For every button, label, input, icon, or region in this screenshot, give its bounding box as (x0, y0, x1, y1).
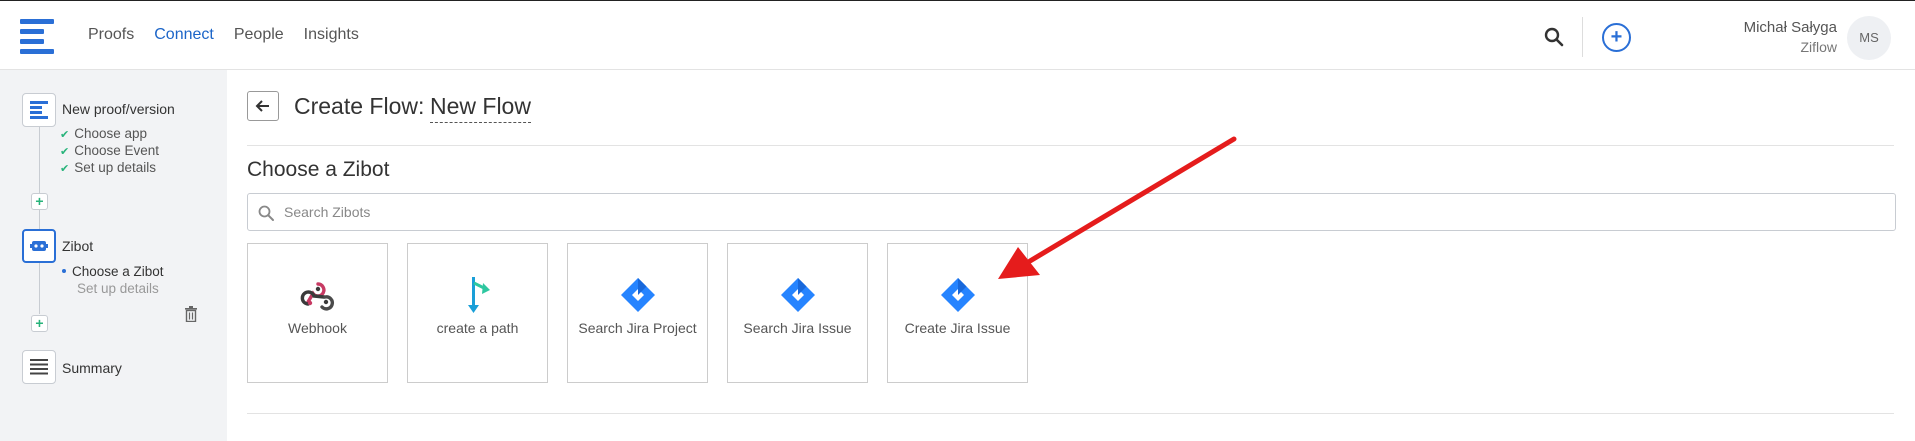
step-icon-summary[interactable] (22, 350, 56, 384)
nav-people[interactable]: People (234, 26, 284, 44)
divider (247, 145, 1894, 146)
section-title: Choose a Zibot (247, 158, 390, 181)
main-nav: Proofs Connect People Insights (88, 26, 359, 44)
search-input[interactable] (284, 200, 1784, 224)
zibot-card-search-jira-issue[interactable]: Search Jira Issue (727, 243, 868, 383)
page-title: Create Flow: (294, 93, 425, 119)
flow-name-editable[interactable]: New Flow (430, 93, 531, 123)
zibot-cards: Webhook create a path Search Jira Projec… (247, 243, 1028, 383)
card-label: Create Jira Issue (904, 320, 1011, 336)
zibot-card-search-jira-project[interactable]: Search Jira Project (567, 243, 708, 383)
step-sub-item-active[interactable]: Choose a Zibot (60, 264, 164, 279)
step-title-summary[interactable]: Summary (62, 360, 122, 376)
step-title-zibot[interactable]: Zibot (62, 238, 93, 254)
webhook-icon (300, 282, 334, 311)
bullet-icon (62, 269, 66, 273)
robot-icon (30, 241, 48, 251)
search-icon (258, 205, 274, 221)
user-org: Ziflow (1800, 39, 1837, 55)
arrow-left-icon (255, 100, 269, 112)
card-label: Search Jira Issue (743, 320, 852, 336)
search-zibots-field[interactable] (247, 193, 1896, 231)
step-title-trigger[interactable]: New proof/version (62, 101, 175, 117)
check-icon: ✔ (60, 163, 70, 175)
search-icon[interactable] (1543, 26, 1565, 48)
card-label: create a path (436, 320, 519, 336)
step-sub-item: ✔ Set up details (60, 160, 157, 175)
jira-icon (780, 278, 815, 312)
add-step-button[interactable]: + (31, 193, 48, 210)
step-sub-item: ✔ Choose Event (60, 143, 160, 158)
jira-icon (940, 278, 975, 312)
jira-icon (620, 278, 655, 312)
add-step-button[interactable]: + (31, 315, 48, 332)
divider (247, 413, 1894, 414)
trash-icon[interactable] (184, 306, 198, 322)
zibot-card-create-jira-issue[interactable]: Create Jira Issue (887, 243, 1028, 383)
main-content: Create Flow: New Flow Choose a Zibot Web… (227, 70, 1915, 441)
ziflow-logo-icon (30, 101, 48, 119)
flow-steps-sidebar: New proof/version ✔ Choose app ✔ Choose Ev… (0, 70, 227, 441)
check-icon: ✔ (60, 129, 70, 141)
step-connector (39, 114, 40, 314)
nav-connect[interactable]: Connect (154, 26, 214, 44)
back-button[interactable] (247, 91, 279, 121)
step-sub-item: ✔ Choose app (60, 126, 148, 141)
top-bar: Proofs Connect People Insights + Michał … (0, 0, 1915, 70)
step-icon-trigger[interactable] (22, 93, 56, 127)
nav-proofs[interactable]: Proofs (88, 26, 134, 44)
path-icon (467, 277, 490, 313)
zibot-card-create-path[interactable]: create a path (407, 243, 548, 383)
zibot-card-webhook[interactable]: Webhook (247, 243, 388, 383)
card-label: Search Jira Project (578, 320, 697, 336)
divider (1582, 17, 1583, 57)
list-icon (30, 359, 48, 375)
ziflow-logo-icon[interactable] (20, 19, 54, 55)
step-sub-item: Set up details (77, 281, 159, 296)
nav-insights[interactable]: Insights (304, 26, 359, 44)
step-icon-zibot[interactable] (22, 229, 56, 263)
check-icon: ✔ (60, 146, 70, 158)
user-name: Michał Sałyga (1743, 19, 1837, 36)
add-icon[interactable]: + (1602, 23, 1631, 52)
avatar[interactable]: MS (1847, 16, 1891, 60)
card-label: Webhook (288, 320, 347, 336)
